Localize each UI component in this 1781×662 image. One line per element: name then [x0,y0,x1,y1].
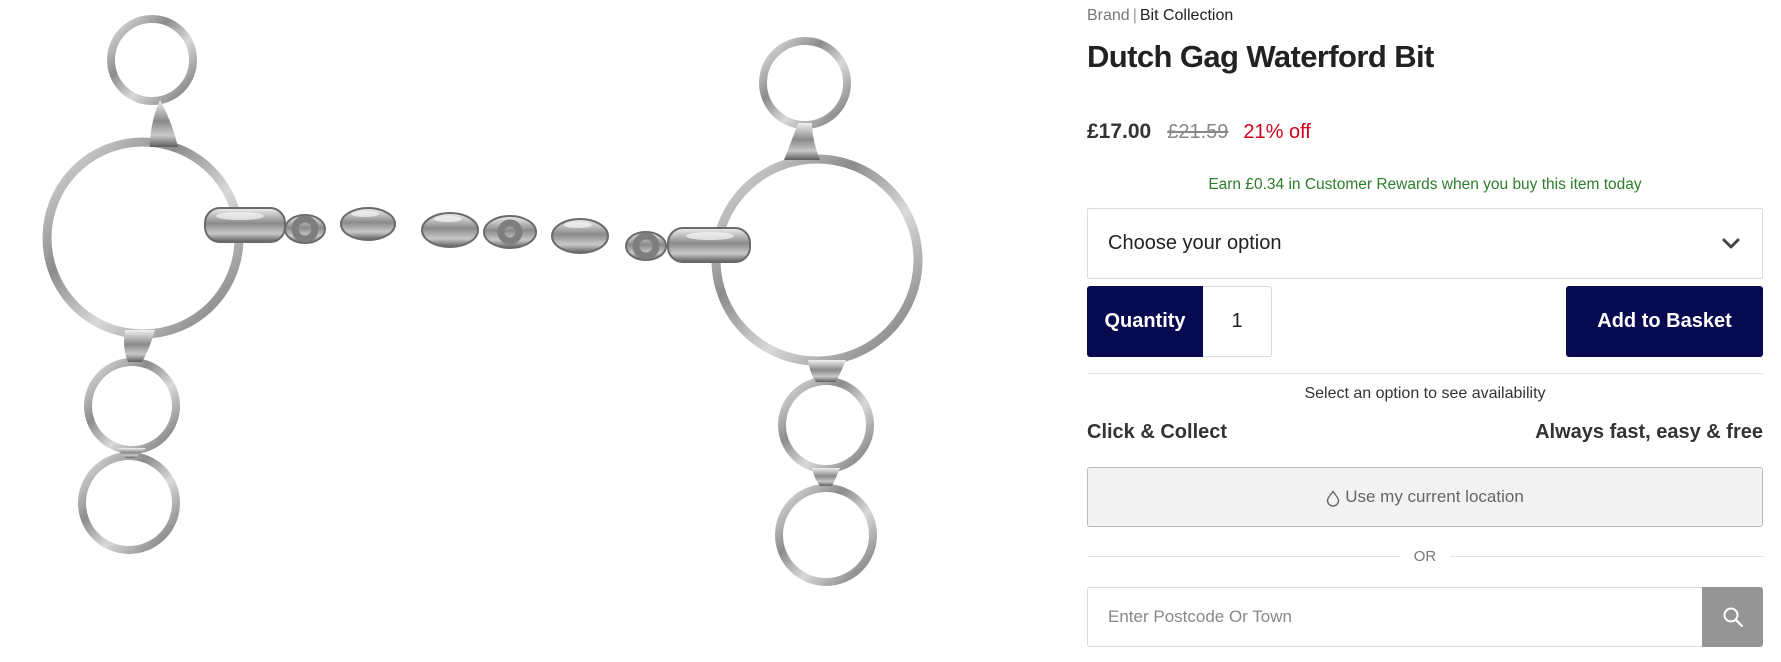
discount-label: 21% off [1243,121,1311,143]
divider-line-right [1450,556,1763,557]
quantity-label: Quantity [1087,286,1203,357]
breadcrumb-separator: | [1132,7,1137,24]
or-divider: OR [1087,548,1763,565]
chevron-down-icon [1722,238,1740,249]
dutch-gag-bit-image [42,15,923,586]
divider [1087,373,1763,374]
use-current-location-button[interactable]: Use my current location [1087,467,1763,527]
postcode-search [1087,587,1763,647]
divider-line-left [1087,556,1400,557]
rewards-message: Earn £0.34 in Customer Rewards when you … [1208,176,1642,193]
search-icon [1723,607,1743,628]
previous-price: £21.59 [1167,121,1229,143]
breadcrumb: Brand | Bit Collection [1087,6,1233,26]
quantity-input[interactable] [1203,286,1272,357]
option-dropdown[interactable]: Choose your option [1087,208,1763,279]
quantity-control: Quantity [1087,286,1272,357]
click-collect-title: Click & Collect [1087,421,1228,443]
or-text: OR [1413,548,1437,565]
current-price: £17.00 [1087,120,1152,143]
price-row: £17.00 £21.59 21% off [1087,120,1311,144]
add-to-basket-button[interactable]: Add to Basket [1566,286,1763,357]
breadcrumb-collection-link[interactable]: Bit Collection [1140,7,1233,24]
product-title: Dutch Gag Waterford Bit [1087,39,1434,74]
option-dropdown-label: Choose your option [1108,232,1282,254]
postcode-input[interactable] [1087,587,1702,647]
location-pin-icon [1327,490,1340,507]
click-collect-subtitle: Always fast, easy & free [1535,421,1763,443]
availability-message: Select an option to see availability [1304,385,1546,402]
use-current-location-label: Use my current location [1345,487,1524,506]
click-collect-header: Click & Collect Always fast, easy & free [1087,421,1763,444]
postcode-search-button[interactable] [1702,587,1763,647]
product-image[interactable] [0,0,1060,662]
breadcrumb-brand-link[interactable]: Brand [1087,7,1130,24]
